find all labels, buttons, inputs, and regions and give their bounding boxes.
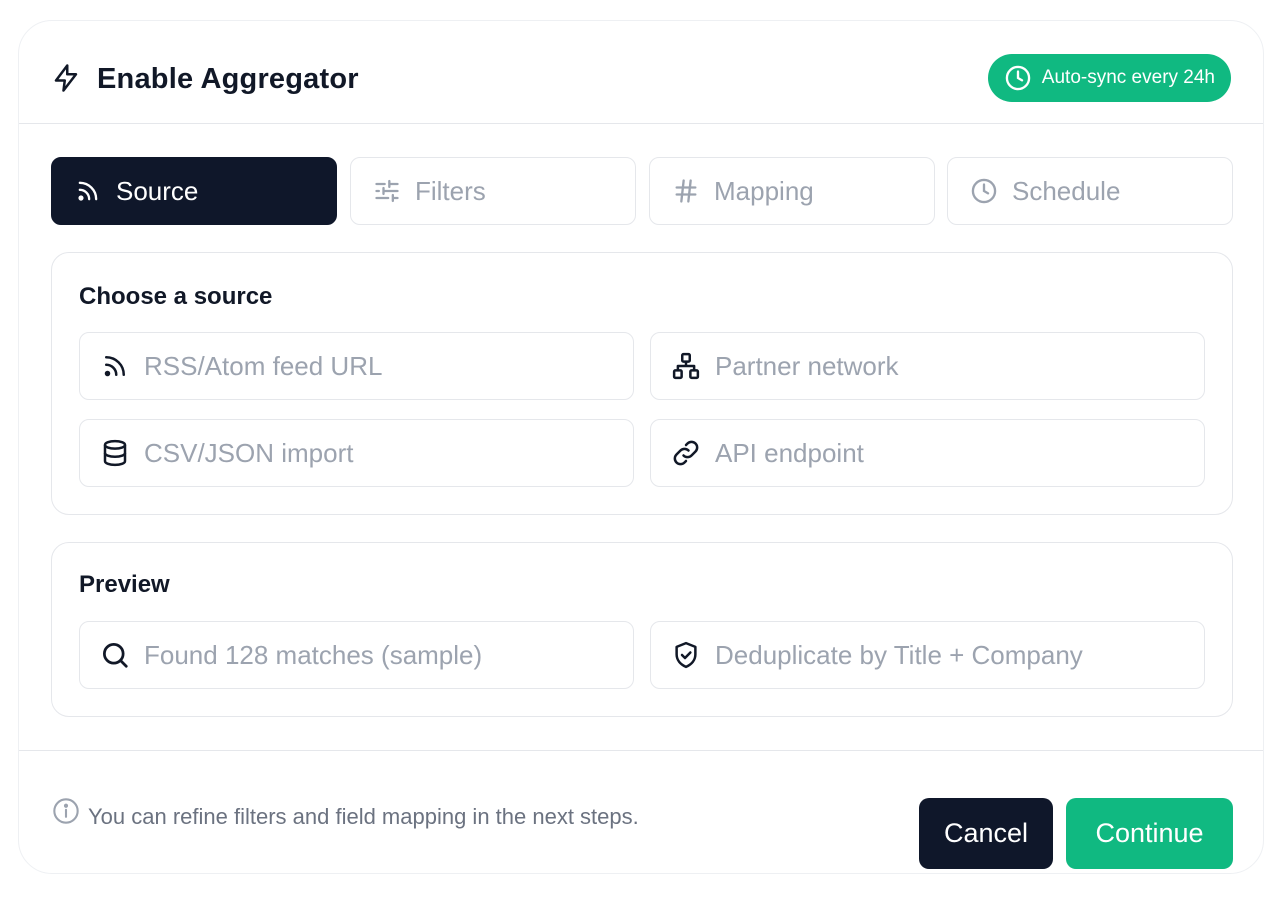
preview-panel: Preview Found 128 matches (sample) Dedup… [51,542,1233,717]
info-icon [53,798,79,824]
clock-icon [1005,65,1031,91]
continue-button[interactable]: Continue [1066,798,1233,869]
preview-matches: Found 128 matches (sample) [79,621,634,689]
preview-panel-title: Preview [79,571,170,598]
link-icon [673,440,699,466]
aggregator-dialog: Enable Aggregator Auto-sync every 24h So… [18,20,1264,874]
bolt-icon [54,64,78,92]
tab-label: Schedule [1012,175,1121,206]
tab-source[interactable]: Source [51,157,337,225]
hash-icon [675,179,697,203]
source-option-csv-json[interactable]: CSV/JSON import [79,419,634,487]
auto-sync-label: Auto-sync every 24h [1041,67,1215,88]
option-label: API endpoint [715,437,864,468]
preview-deduplicate: Deduplicate by Title + Company [650,621,1205,689]
dialog-header: Enable Aggregator Auto-sync every 24h [19,21,1263,124]
dialog-footer: You can refine filters and field mapping… [19,750,1263,873]
option-label: CSV/JSON import [144,437,354,468]
dialog-title: Enable Aggregator [97,63,359,95]
network-icon [672,352,700,380]
tab-filters[interactable]: Filters [350,157,636,225]
sliders-icon [375,179,399,203]
source-option-rss[interactable]: RSS/Atom feed URL [79,332,634,400]
tab-schedule[interactable]: Schedule [947,157,1233,225]
tab-mapping[interactable]: Mapping [649,157,935,225]
preview-label: Found 128 matches (sample) [144,639,483,670]
database-icon [103,439,127,467]
source-option-api-endpoint[interactable]: API endpoint [650,419,1205,487]
cancel-button[interactable]: Cancel [919,798,1053,869]
tab-label: Mapping [714,175,814,206]
option-label: Partner network [715,350,899,381]
tab-label: Filters [415,175,486,206]
source-option-partner-network[interactable]: Partner network [650,332,1205,400]
rss-icon [78,181,98,201]
option-label: RSS/Atom feed URL [144,350,383,381]
tab-label: Source [116,175,199,206]
shield-check-icon [675,641,697,669]
source-panel-title: Choose a source [79,283,273,310]
footer-hint: You can refine filters and field mapping… [88,804,639,829]
search-icon [103,643,128,668]
preview-label: Deduplicate by Title + Company [715,639,1083,670]
clock-icon [971,178,997,204]
rss-icon [104,356,125,377]
auto-sync-badge: Auto-sync every 24h [987,54,1231,102]
source-panel: Choose a source RSS/Atom feed URL Partne… [51,252,1233,515]
